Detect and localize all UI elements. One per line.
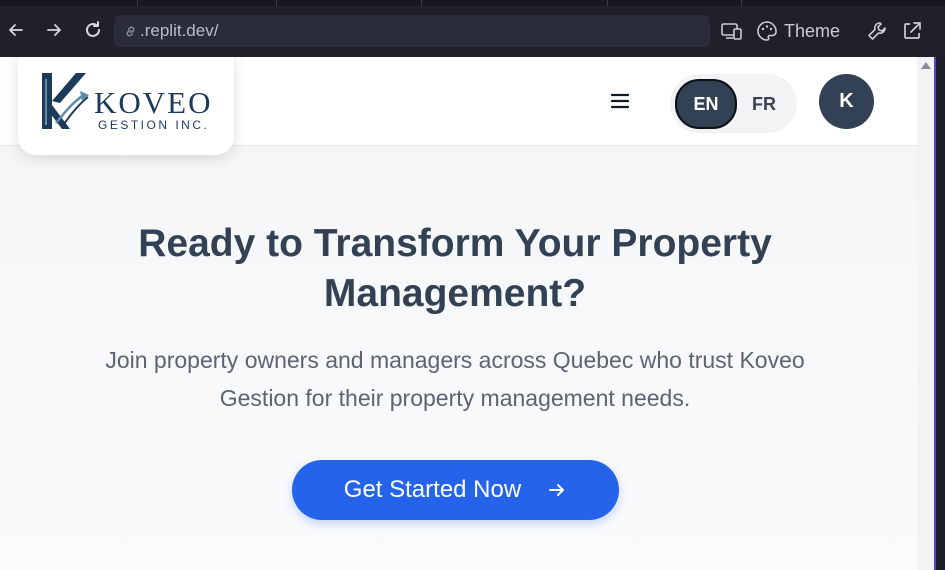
hamburger-menu-icon [611,93,629,109]
hero-subtitle: Join property owners and managers across… [40,341,870,417]
hero-subtitle-line2: Gestion for their property management ne… [219,385,691,411]
hero-subtitle-line1: Join property owners and managers across… [105,347,805,373]
back-arrow-icon [9,24,23,36]
theme-label: Theme [784,20,841,41]
language-fr-button[interactable]: FR [736,81,792,127]
language-toggle: EN FR [670,74,797,133]
scroll-up-arrow-icon[interactable] [921,62,931,69]
url-bar[interactable]: .replit.dev/ [114,15,710,47]
brand-tagline: GESTION INC. [98,118,210,132]
hero-section: Ready to Transform Your Property Managem… [0,146,917,570]
hamburger-menu-button[interactable] [605,89,635,113]
language-en-button[interactable]: EN [675,79,737,129]
hero-title-line1: Ready to Transform Your Property [138,222,772,265]
user-avatar[interactable]: K [819,74,874,129]
arrow-right-icon [547,480,567,500]
get-started-button[interactable]: Get Started Now [292,460,619,520]
external-link-icon [904,22,921,39]
forward-button[interactable] [42,18,66,42]
reload-icon [86,21,100,37]
devices-button[interactable] [720,18,744,44]
page-viewport: Ready to Transform Your Property Managem… [0,57,917,570]
theme-button[interactable]: Theme [756,18,840,44]
devices-icon [721,23,742,40]
brand-name: KOVEO [94,85,213,120]
tab-strip [0,0,945,6]
forward-arrow-icon [47,24,61,36]
window-border [934,57,936,570]
koveo-logo-mark [42,73,89,129]
wrench-icon [868,22,886,40]
devtools-button[interactable] [866,18,888,44]
link-icon [122,23,138,39]
hero-title-line2: Management? [323,272,587,315]
hero-title: Ready to Transform Your Property Managem… [60,219,850,319]
open-new-tab-button[interactable] [901,18,923,44]
palette-icon [757,21,777,41]
browser-toolbar: .replit.dev/ Theme [0,0,945,57]
get-started-label: Get Started Now [343,476,522,503]
vertical-scrollbar[interactable] [917,57,934,570]
logo-card[interactable]: KOVEO GESTION INC. [18,57,234,155]
url-text: .replit.dev/ [140,21,219,40]
window-edge [934,57,945,570]
back-button[interactable] [4,18,28,42]
reload-button[interactable] [81,18,105,42]
